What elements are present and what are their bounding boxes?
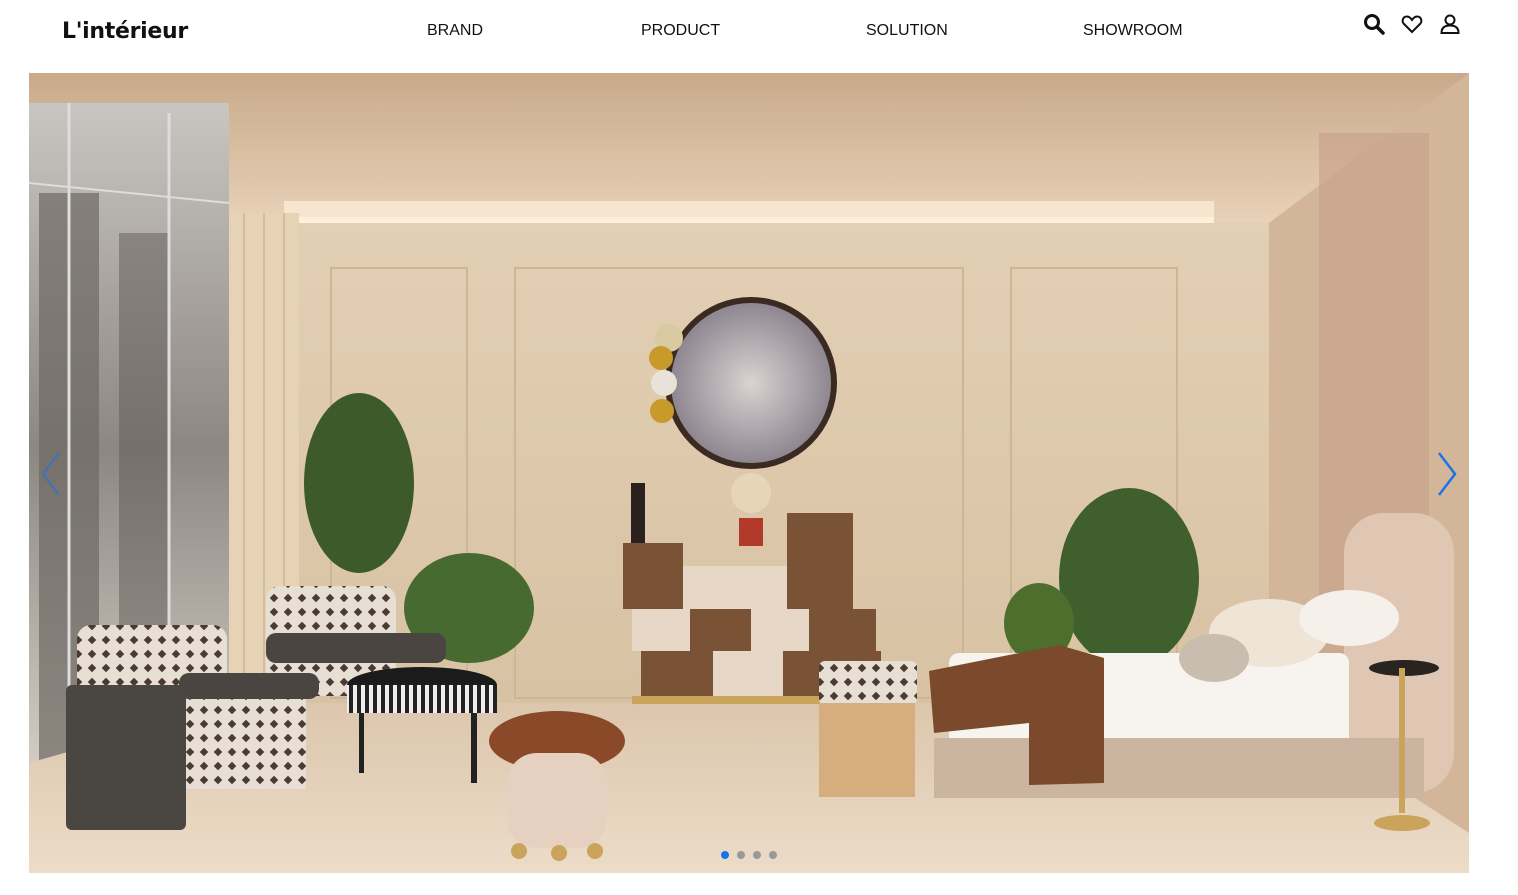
nav-item-product[interactable]: PRODUCT xyxy=(641,22,720,40)
carousel-pagination xyxy=(29,851,1469,859)
site-header: L'intérieur BRAND PRODUCT SOLUTION SHOWR… xyxy=(0,0,1518,73)
hero-slide-image xyxy=(29,73,1469,873)
carousel-dot-1[interactable] xyxy=(721,851,729,859)
user-icon[interactable] xyxy=(1438,12,1462,36)
carousel-dot-2[interactable] xyxy=(737,851,745,859)
header-actions xyxy=(1362,12,1462,36)
carousel-prev-button[interactable] xyxy=(37,449,67,499)
hero-carousel[interactable] xyxy=(29,73,1469,873)
carousel-dot-4[interactable] xyxy=(769,851,777,859)
carousel-dot-3[interactable] xyxy=(753,851,761,859)
nav-item-brand[interactable]: BRAND xyxy=(427,22,483,40)
nav-item-showroom[interactable]: SHOWROOM xyxy=(1083,22,1183,40)
heart-icon[interactable] xyxy=(1400,12,1424,36)
search-icon[interactable] xyxy=(1362,12,1386,36)
nav-item-solution[interactable]: SOLUTION xyxy=(866,22,948,40)
brand-logo[interactable]: L'intérieur xyxy=(62,19,188,44)
carousel-next-button[interactable] xyxy=(1431,449,1461,499)
